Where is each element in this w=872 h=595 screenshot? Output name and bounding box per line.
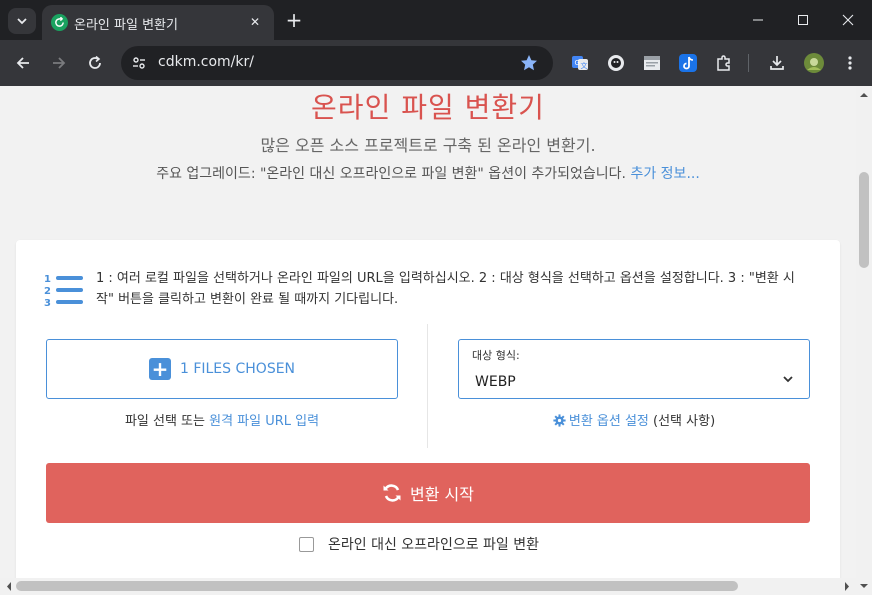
google-translate-icon[interactable]: G文 <box>569 52 591 74</box>
conversion-options: 변환 옵션 설정 (선택 사항) <box>458 410 810 429</box>
vertical-scroll-thumb[interactable] <box>859 172 869 268</box>
refresh-icon <box>383 484 401 502</box>
scroll-down-icon[interactable] <box>856 578 872 595</box>
vertical-scrollbar[interactable] <box>856 86 872 578</box>
reload-button[interactable] <box>83 51 107 75</box>
svg-text:2: 2 <box>44 286 51 297</box>
choose-files-label: 1 FILES CHOSEN <box>179 361 296 377</box>
extension-window-icon[interactable] <box>641 52 663 74</box>
converter-card: 1 2 3 1 : 여러 로컬 파일을 선택하거나 온라인 파일의 URL을 입… <box>16 240 840 578</box>
site-info-icon[interactable] <box>129 53 149 73</box>
close-icon <box>842 14 854 26</box>
forward-button[interactable] <box>47 51 71 75</box>
more-info-link[interactable]: 추가 정보... <box>630 166 699 182</box>
remote-url-link[interactable]: 원격 파일 URL 입력 <box>209 414 319 429</box>
chevron-down-icon <box>783 376 793 383</box>
target-format-label: 대상 형식: <box>472 349 520 362</box>
address-bar[interactable]: cdkm.com/kr/ <box>121 46 553 80</box>
browser-toolbar: cdkm.com/kr/ G文 <box>0 40 872 86</box>
svg-text:G: G <box>575 59 580 67</box>
toolbar-separator <box>741 52 755 74</box>
optional-note: (선택 사항) <box>648 414 716 429</box>
upgrade-note: 주요 업그레이드: "온라인 대신 오프라인으로 파일 변환" 옵션이 추가되었… <box>0 163 856 183</box>
steps-instructions: 1 : 여러 로컬 파일을 선택하거나 온라인 파일의 URL을 입력하십시오.… <box>96 271 795 307</box>
new-tab-button[interactable]: + <box>284 10 304 30</box>
target-format-value: WEBP <box>475 374 516 390</box>
offline-option[interactable]: 온라인 대신 오프라인으로 파일 변환 <box>299 534 539 554</box>
close-tab-icon[interactable]: ✕ <box>246 13 264 31</box>
url-text: cdkm.com/kr/ <box>158 54 254 70</box>
extension-circle-icon[interactable] <box>605 52 627 74</box>
offline-label: 온라인 대신 오프라인으로 파일 변환 <box>328 537 539 553</box>
choose-files-button[interactable]: + 1 FILES CHOSEN <box>46 339 398 399</box>
svg-text:文: 文 <box>581 61 588 70</box>
arrow-left-icon <box>16 57 29 69</box>
maximize-button[interactable] <box>781 5 825 35</box>
gear-icon <box>553 414 566 427</box>
bookmark-star-icon[interactable] <box>519 53 539 73</box>
minimize-button[interactable] <box>736 5 780 35</box>
arrow-right-icon <box>53 57 66 69</box>
column-divider <box>427 324 428 448</box>
start-conversion-button[interactable]: 변환 시작 <box>46 463 810 523</box>
target-format-select[interactable]: 대상 형식: WEBP <box>458 339 810 399</box>
browser-tab-active[interactable]: 온라인 파일 변환기 ✕ <box>42 5 274 40</box>
upgrade-note-text: 주요 업그레이드: "온라인 대신 오프라인으로 파일 변환" 옵션이 추가되었… <box>156 166 627 182</box>
extensions-puzzle-icon[interactable] <box>713 52 735 74</box>
offline-checkbox[interactable] <box>299 536 314 552</box>
numbered-list-icon: 1 2 3 <box>44 274 83 308</box>
plus-square-icon: + <box>148 357 171 381</box>
page-content: 온라인 파일 변환기 많은 오픈 소스 프로젝트로 구축 된 온라인 변환기. … <box>0 86 856 578</box>
horizontal-scroll-thumb[interactable] <box>16 581 738 591</box>
tab-title: 온라인 파일 변환기 <box>74 18 178 33</box>
conversion-options-link[interactable]: 변환 옵션 설정 <box>569 414 649 429</box>
tab-strip: 온라인 파일 변환기 ✕ + <box>0 0 872 40</box>
start-conversion-label: 변환 시작 <box>410 485 474 504</box>
chevron-down-icon <box>17 18 27 25</box>
refresh-favicon-icon <box>51 14 68 31</box>
more-menu-icon[interactable] <box>839 52 861 74</box>
download-icon[interactable] <box>766 52 788 74</box>
scroll-right-icon[interactable] <box>840 578 854 595</box>
file-help-prefix: 파일 선택 또는 <box>124 414 210 429</box>
page-title: 온라인 파일 변환기 <box>311 91 545 124</box>
svg-text:1: 1 <box>44 274 51 285</box>
scroll-left-icon[interactable] <box>2 578 16 595</box>
horizontal-scrollbar[interactable] <box>0 578 872 595</box>
maximize-icon <box>798 15 808 25</box>
tiktok-extension-icon[interactable] <box>677 52 699 74</box>
svg-text:3: 3 <box>44 298 51 308</box>
tab-search-button[interactable] <box>8 8 36 34</box>
profile-avatar-icon[interactable] <box>803 52 825 74</box>
page-subtitle: 많은 오픈 소스 프로젝트로 구축 된 온라인 변환기. <box>260 136 596 155</box>
scroll-up-icon[interactable] <box>856 88 872 102</box>
reload-icon <box>89 55 101 69</box>
minimize-icon <box>753 19 763 21</box>
close-window-button[interactable] <box>826 5 870 35</box>
back-button[interactable] <box>11 51 35 75</box>
file-help-text: 파일 선택 또는 원격 파일 URL 입력 <box>46 410 398 429</box>
